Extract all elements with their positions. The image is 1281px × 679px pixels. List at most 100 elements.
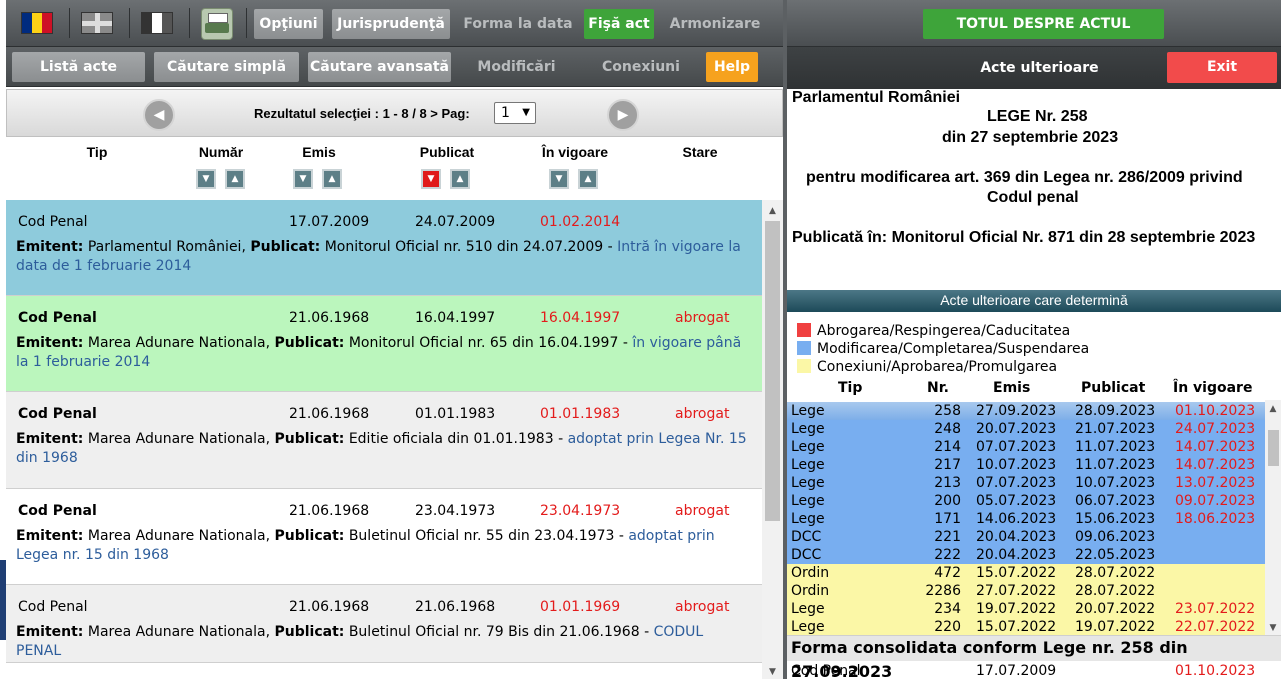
result-emis: 21.06.1968	[289, 503, 370, 519]
act-lege-nr: LEGE Nr. 258	[987, 108, 1088, 125]
result-emis: 21.06.1968	[289, 599, 370, 615]
scroll-down-icon[interactable]: ▼	[1265, 623, 1281, 633]
acte-table-row[interactable]: Lege 171 14.06.2023 15.06.2023 18.06.2023	[787, 510, 1265, 528]
scroll-up-icon[interactable]: ▲	[762, 206, 783, 216]
sort-down-icon[interactable]: ▼	[293, 169, 313, 189]
emitent-label: Emitent:	[16, 528, 84, 544]
acte-table-row[interactable]: Lege 213 07.07.2023 10.07.2023 13.07.2023	[787, 474, 1265, 492]
result-vigoare: 01.01.1969	[540, 599, 621, 615]
acte-publicat: 21.07.2023	[1075, 421, 1156, 437]
scroll-thumb[interactable]	[765, 221, 780, 521]
next-page-icon[interactable]: ▶	[607, 99, 639, 131]
result-description: Emitent: Marea Adunare Nationala, Public…	[16, 623, 751, 661]
armonizare-button[interactable]: Armonizare	[663, 9, 767, 39]
result-row[interactable]: Cod Penal 21.06.1968 16.04.1997 16.04.1997 a…	[6, 296, 762, 392]
acte-table-row[interactable]: Ordin 472 15.07.2022 28.07.2022	[787, 564, 1265, 582]
result-description: Emitent: Marea Adunare Nationala, Public…	[16, 334, 751, 372]
forma-vigoare: 01.10.2023	[1175, 663, 1256, 679]
page-select[interactable]: 1 ▼	[494, 102, 536, 124]
right-pane: TOTUL DESPRE ACTUL CURENT Acte ulterioar…	[787, 0, 1281, 679]
acte-table-row[interactable]: Lege 234 19.07.2022 20.07.2022 23.07.2022	[787, 600, 1265, 618]
conexiuni-button[interactable]: Conexiuni	[584, 52, 698, 82]
col-numar[interactable]: Număr	[199, 144, 243, 160]
result-emis: 21.06.1968	[289, 406, 370, 422]
acte-table-row[interactable]: Lege 214 07.07.2023 11.07.2023 14.07.2023	[787, 438, 1265, 456]
optiuni-button[interactable]: Opţiuni	[254, 9, 323, 39]
result-emis: 17.07.2009	[289, 214, 370, 230]
fisa-act-button[interactable]: Fişă act	[584, 9, 654, 39]
help-button[interactable]: Help	[706, 52, 758, 82]
acte-table-row[interactable]: DCC 221 20.04.2023 09.06.2023	[787, 528, 1265, 546]
acte-table-row[interactable]: Lege 200 05.07.2023 06.07.2023 09.07.2023	[787, 492, 1265, 510]
acte-table-row[interactable]: DCC 222 20.04.2023 22.05.2023	[787, 546, 1265, 564]
col-stare[interactable]: Stare	[682, 144, 717, 160]
acte-publicat: 11.07.2023	[1075, 439, 1156, 455]
rcol-nr: Nr.	[927, 380, 949, 396]
acte-nr: 214	[934, 439, 961, 455]
result-row[interactable]: Cod Penal 17.07.2009 24.07.2009 01.02.2014 E…	[6, 200, 762, 296]
acte-nr: 2286	[925, 583, 961, 599]
col-in-vigoare[interactable]: În vigoare	[542, 144, 608, 160]
acte-nr: 234	[934, 601, 961, 617]
cautare-simpla-button[interactable]: Căutare simplă	[154, 52, 299, 82]
scroll-down-icon[interactable]: ▼	[762, 667, 783, 677]
flag-uk-icon[interactable]	[81, 12, 113, 34]
legend-label: Abrogarea/Respingerea/Caducitatea	[817, 323, 1071, 339]
pagination-bar: ◀ Rezultatul selecţiei : 1 - 8 / 8 > Pag…	[6, 89, 783, 137]
modificari-button[interactable]: Modificări	[461, 52, 572, 82]
acte-table-row[interactable]: Lege 248 20.07.2023 21.07.2023 24.07.2023	[787, 420, 1265, 438]
result-tip[interactable]: Cod Penal	[18, 599, 88, 615]
acte-tip: DCC	[791, 547, 822, 563]
col-emis[interactable]: Emis	[302, 144, 335, 160]
scroll-thumb[interactable]	[1268, 430, 1279, 466]
result-tip[interactable]: Cod Penal	[18, 503, 97, 519]
sort-down-icon[interactable]: ▼	[196, 169, 216, 189]
forma-emis: 17.07.2009	[976, 663, 1057, 679]
acte-nr: 221	[934, 529, 961, 545]
chevron-down-icon: ▼	[522, 107, 530, 118]
forma-la-data-button[interactable]: Forma la data	[461, 9, 575, 39]
cautare-avansata-button[interactable]: Căutare avansată	[308, 52, 451, 82]
col-publicat[interactable]: Publicat	[420, 144, 474, 160]
sort-up-icon[interactable]: ▲	[322, 169, 342, 189]
acte-table-row[interactable]: Lege 258 27.09.2023 28.09.2023 01.10.2023	[787, 402, 1265, 420]
acte-ulterioare-tab[interactable]: Acte ulterioare	[957, 53, 1122, 83]
acte-table-row[interactable]: Lege 217 10.07.2023 11.07.2023 14.07.2023	[787, 456, 1265, 474]
result-tip[interactable]: Cod Penal	[18, 406, 97, 422]
acte-scrollbar[interactable]: ▲ ▼	[1265, 400, 1281, 635]
sort-up-icon[interactable]: ▲	[450, 169, 470, 189]
col-tip[interactable]: Tip	[87, 144, 108, 160]
result-tip[interactable]: Cod Penal	[18, 214, 88, 230]
result-tip[interactable]: Cod Penal	[18, 310, 97, 326]
result-row[interactable]: Cod Penal 21.06.1968 23.04.1973 23.04.1973 a…	[6, 489, 762, 585]
prev-page-icon[interactable]: ◀	[143, 99, 175, 131]
result-publicat: 01.01.1983	[415, 406, 496, 422]
jurisprudenta-button[interactable]: Jurisprudenţă	[332, 9, 450, 39]
acte-table-row[interactable]: Lege 220 15.07.2022 19.07.2022 22.07.2022	[787, 618, 1265, 635]
forma-consolidata-row[interactable]: Cod Penal 17.07.2009 01.10.2023	[787, 661, 1281, 679]
acte-nr: 258	[934, 403, 961, 419]
result-row[interactable]: Cod Penal 21.06.1968 21.06.1968 01.01.1969 a…	[6, 585, 762, 663]
sort-down-icon[interactable]: ▼	[421, 169, 441, 189]
publicat-label: Publicat:	[274, 431, 345, 447]
flag-ro-icon[interactable]	[21, 12, 53, 34]
flag-fr-icon[interactable]	[141, 12, 173, 34]
result-stare: abrogat	[675, 599, 730, 615]
act-titlu: pentru modificarea art. 369 din Legea nr…	[806, 169, 1243, 186]
right-second-toolbar: Acte ulterioare Exit	[787, 47, 1281, 89]
acte-vigoare: 22.07.2022	[1175, 619, 1256, 635]
exit-button[interactable]: Exit	[1167, 52, 1277, 83]
acte-tip: Lege	[791, 493, 825, 509]
result-row[interactable]: Cod Penal 21.06.1968 01.01.1983 01.01.1983 a…	[6, 392, 762, 489]
scroll-up-icon[interactable]: ▲	[1265, 404, 1281, 414]
pagination-label: Rezultatul selecţiei : 1 - 8 / 8 > Pag:	[254, 106, 470, 121]
results-scrollbar[interactable]: ▲ ▼	[762, 200, 783, 679]
totul-despre-button[interactable]: TOTUL DESPRE ACTUL CURENT	[923, 9, 1164, 62]
sort-down-icon[interactable]: ▼	[549, 169, 569, 189]
lista-acte-button[interactable]: Listă acte	[12, 52, 145, 82]
divider	[246, 8, 247, 38]
printer-icon[interactable]	[201, 8, 233, 40]
acte-table-row[interactable]: Ordin 2286 27.07.2022 28.07.2022	[787, 582, 1265, 600]
sort-up-icon[interactable]: ▲	[578, 169, 598, 189]
sort-up-icon[interactable]: ▲	[225, 169, 245, 189]
